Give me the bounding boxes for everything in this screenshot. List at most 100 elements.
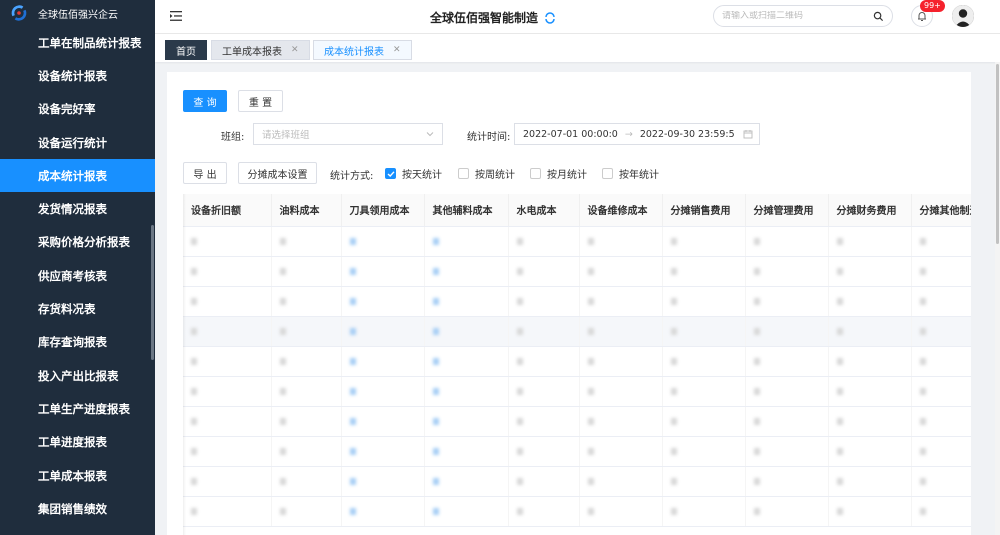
tab-work-order-cost[interactable]: 工单成本报表 ✕ bbox=[211, 40, 310, 60]
time-label: 统计时间: bbox=[467, 132, 511, 143]
sidebar-item[interactable]: 集团销售绩效 bbox=[0, 492, 155, 525]
blurred-value bbox=[191, 297, 197, 305]
table-cell bbox=[662, 466, 746, 497]
blurred-value bbox=[587, 327, 594, 335]
sidebar-item[interactable]: 存货料况表 bbox=[0, 292, 155, 325]
table-cell bbox=[183, 496, 272, 527]
column-header[interactable]: 分摊管理费用 bbox=[745, 194, 829, 227]
blurred-value bbox=[753, 327, 760, 335]
blurred-value bbox=[279, 267, 286, 275]
team-select[interactable]: 请选择班组 bbox=[253, 123, 443, 145]
checkbox-by-day[interactable]: 按天统计 bbox=[385, 166, 442, 181]
sidebar-item[interactable]: 设备运行统计 bbox=[0, 126, 155, 159]
column-header[interactable]: 刀具领用成本 bbox=[341, 194, 425, 227]
checkbox-by-month[interactable]: 按月统计 bbox=[530, 166, 587, 181]
search-input[interactable] bbox=[722, 11, 873, 21]
table-row[interactable] bbox=[183, 316, 971, 347]
refresh-icon[interactable] bbox=[544, 11, 556, 24]
reset-button[interactable]: 重 置 bbox=[238, 90, 283, 112]
sidebar-item-label: 设备统计报表 bbox=[38, 68, 107, 83]
checkbox-box bbox=[530, 168, 541, 179]
sidebar-item-label: 成本统计报表 bbox=[38, 168, 107, 183]
team-select-placeholder: 请选择班组 bbox=[262, 130, 310, 141]
sidebar-item[interactable]: 工单生产进度报表 bbox=[0, 392, 155, 425]
checkbox-by-year[interactable]: 按年统计 bbox=[602, 166, 659, 181]
table-row[interactable] bbox=[183, 256, 971, 287]
table-cell bbox=[271, 316, 342, 347]
blurred-value bbox=[919, 357, 926, 365]
column-header[interactable]: 分摊其他制造 bbox=[911, 194, 971, 227]
table-cell bbox=[183, 466, 272, 497]
table-cell bbox=[911, 406, 971, 437]
table-row[interactable] bbox=[183, 286, 971, 317]
column-header[interactable]: 水电成本 bbox=[508, 194, 580, 227]
time-start[interactable]: 2022-07-01 00:00:0 bbox=[523, 129, 618, 140]
column-header[interactable]: 分摊财务费用 bbox=[828, 194, 912, 227]
table-cell bbox=[911, 466, 971, 497]
sidebar-item[interactable]: 发货情况报表 bbox=[0, 192, 155, 225]
sidebar-item[interactable]: 工单进度报表 bbox=[0, 426, 155, 459]
menu-toggle-icon[interactable] bbox=[169, 9, 183, 23]
blurred-value bbox=[670, 507, 677, 515]
avatar[interactable] bbox=[952, 5, 974, 27]
column-header[interactable]: 设备折旧额 bbox=[183, 194, 272, 227]
table-cell bbox=[183, 346, 272, 377]
table-cell bbox=[271, 406, 342, 437]
sidebar-item[interactable]: 采购价格分析报表 bbox=[0, 226, 155, 259]
search-icon[interactable] bbox=[873, 11, 884, 22]
tab-home[interactable]: 首页 bbox=[165, 40, 207, 60]
column-header[interactable]: 分摊销售费用 bbox=[662, 194, 746, 227]
table-cell bbox=[911, 286, 971, 317]
blurred-value bbox=[753, 267, 760, 275]
blurred-value bbox=[432, 297, 439, 305]
sidebar-item[interactable]: 供应商考核表 bbox=[0, 259, 155, 292]
table-row[interactable] bbox=[183, 406, 971, 437]
sidebar-item[interactable]: 投入产出比报表 bbox=[0, 359, 155, 392]
table-row[interactable] bbox=[183, 496, 971, 527]
table-row[interactable] bbox=[183, 346, 971, 377]
sidebar-item[interactable]: 库存查询报表 bbox=[0, 326, 155, 359]
close-icon[interactable]: ✕ bbox=[393, 45, 401, 55]
sidebar-item[interactable]: 设备统计报表 bbox=[0, 59, 155, 92]
table-cell bbox=[745, 376, 829, 407]
sidebar-scrollbar[interactable] bbox=[151, 225, 154, 360]
table-row[interactable] bbox=[183, 466, 971, 497]
close-icon[interactable]: ✕ bbox=[291, 45, 299, 55]
allocate-cost-setting-button[interactable]: 分摊成本设置 bbox=[238, 162, 317, 184]
blurred-value bbox=[432, 477, 439, 485]
tab-label: 工单成本报表 bbox=[222, 46, 282, 58]
sidebar-item[interactable]: 工单在制品统计报表 bbox=[0, 26, 155, 59]
checkbox-label: 按年统计 bbox=[619, 170, 659, 181]
page-scrollbar[interactable] bbox=[995, 62, 1000, 535]
blurred-value bbox=[919, 327, 926, 335]
blurred-value bbox=[753, 417, 760, 425]
query-button[interactable]: 查 询 bbox=[183, 90, 227, 112]
sidebar-item[interactable]: 设备完好率 bbox=[0, 93, 155, 126]
table-cell bbox=[341, 316, 425, 347]
time-end[interactable]: 2022-09-30 23:59:5 bbox=[640, 129, 735, 140]
export-button[interactable]: 导 出 bbox=[183, 162, 227, 184]
table-row[interactable] bbox=[183, 436, 971, 467]
page-scrollbar-thumb[interactable] bbox=[996, 64, 999, 244]
table-cell bbox=[183, 286, 272, 317]
column-header[interactable]: 设备维修成本 bbox=[579, 194, 663, 227]
table-cell bbox=[424, 496, 509, 527]
table-cell bbox=[579, 226, 663, 257]
blurred-value bbox=[587, 417, 594, 425]
table-row[interactable] bbox=[183, 376, 971, 407]
table-row[interactable] bbox=[183, 226, 971, 257]
blurred-value bbox=[349, 417, 356, 425]
tab-label: 首页 bbox=[176, 46, 196, 58]
tab-cost-statistics[interactable]: 成本统计报表 ✕ bbox=[313, 40, 412, 60]
main-content: 查 询 重 置 班组: 请选择班组 统计时间: 2022-07-01 00:00… bbox=[167, 72, 971, 535]
sidebar-brand[interactable]: 全球伍佰强兴企云 bbox=[0, 0, 155, 26]
checkbox-by-week[interactable]: 按周统计 bbox=[458, 166, 515, 181]
time-range-picker[interactable]: 2022-07-01 00:00:0 → 2022-09-30 23:59:5 bbox=[514, 123, 760, 145]
calendar-icon bbox=[743, 130, 753, 139]
column-header[interactable]: 其他辅料成本 bbox=[424, 194, 509, 227]
sidebar-item[interactable]: 工单成本报表 bbox=[0, 459, 155, 492]
column-header[interactable]: 油料成本 bbox=[271, 194, 342, 227]
blurred-value bbox=[432, 507, 439, 515]
sidebar-item[interactable]: 成本统计报表 bbox=[0, 159, 155, 193]
sidebar-item-label: 工单成本报表 bbox=[38, 468, 107, 483]
